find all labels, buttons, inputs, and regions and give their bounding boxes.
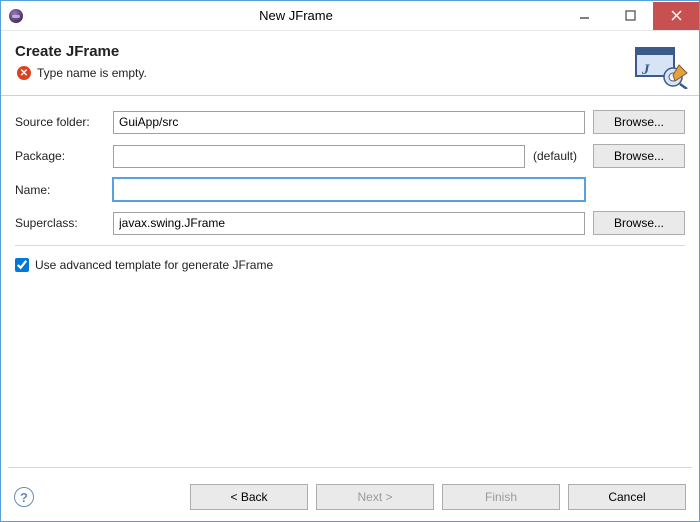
- titlebar: New JFrame: [1, 1, 699, 31]
- help-icon[interactable]: ?: [14, 487, 34, 507]
- cancel-button[interactable]: Cancel: [568, 484, 686, 510]
- source-folder-input[interactable]: [113, 111, 585, 134]
- package-label: Package:: [15, 149, 113, 163]
- footer-divider: [8, 467, 692, 468]
- source-folder-row: Source folder: Browse...: [15, 110, 685, 134]
- finish-button[interactable]: Finish: [442, 484, 560, 510]
- error-icon: ✕: [17, 66, 31, 80]
- name-input[interactable]: [113, 178, 585, 201]
- next-button[interactable]: Next >: [316, 484, 434, 510]
- form: Source folder: Browse... Package: (defau…: [1, 96, 699, 286]
- error-message: Type name is empty.: [37, 66, 147, 80]
- superclass-input[interactable]: [113, 212, 585, 235]
- superclass-browse-button[interactable]: Browse...: [593, 211, 685, 235]
- close-button[interactable]: [653, 2, 699, 30]
- maximize-button[interactable]: [607, 2, 653, 30]
- package-browse-button[interactable]: Browse...: [593, 144, 685, 168]
- advanced-template-label: Use advanced template for generate JFram…: [35, 258, 273, 272]
- back-button[interactable]: < Back: [190, 484, 308, 510]
- eclipse-icon: [9, 9, 23, 23]
- minimize-button[interactable]: [561, 2, 607, 30]
- package-row: Package: (default) Browse...: [15, 144, 685, 168]
- package-default-label: (default): [525, 149, 585, 163]
- source-folder-browse-button[interactable]: Browse...: [593, 110, 685, 134]
- package-input[interactable]: [113, 145, 525, 168]
- window-controls: [561, 2, 699, 30]
- window-title: New JFrame: [31, 8, 561, 23]
- superclass-row: Superclass: Browse...: [15, 211, 685, 235]
- wizard-banner-icon: J: [635, 45, 683, 85]
- wizard-header: Create JFrame ✕ Type name is empty. J: [1, 31, 699, 96]
- superclass-label: Superclass:: [15, 216, 113, 230]
- page-title: Create JFrame: [15, 43, 635, 60]
- name-row: Name:: [15, 178, 685, 201]
- app-icon: [1, 9, 31, 23]
- name-label: Name:: [15, 183, 113, 197]
- error-row: ✕ Type name is empty.: [15, 66, 635, 80]
- source-folder-label: Source folder:: [15, 115, 113, 129]
- advanced-template-row[interactable]: Use advanced template for generate JFram…: [15, 258, 685, 272]
- footer: ? < Back Next > Finish Cancel: [0, 472, 700, 522]
- divider: [15, 245, 685, 246]
- advanced-template-checkbox[interactable]: [15, 258, 29, 272]
